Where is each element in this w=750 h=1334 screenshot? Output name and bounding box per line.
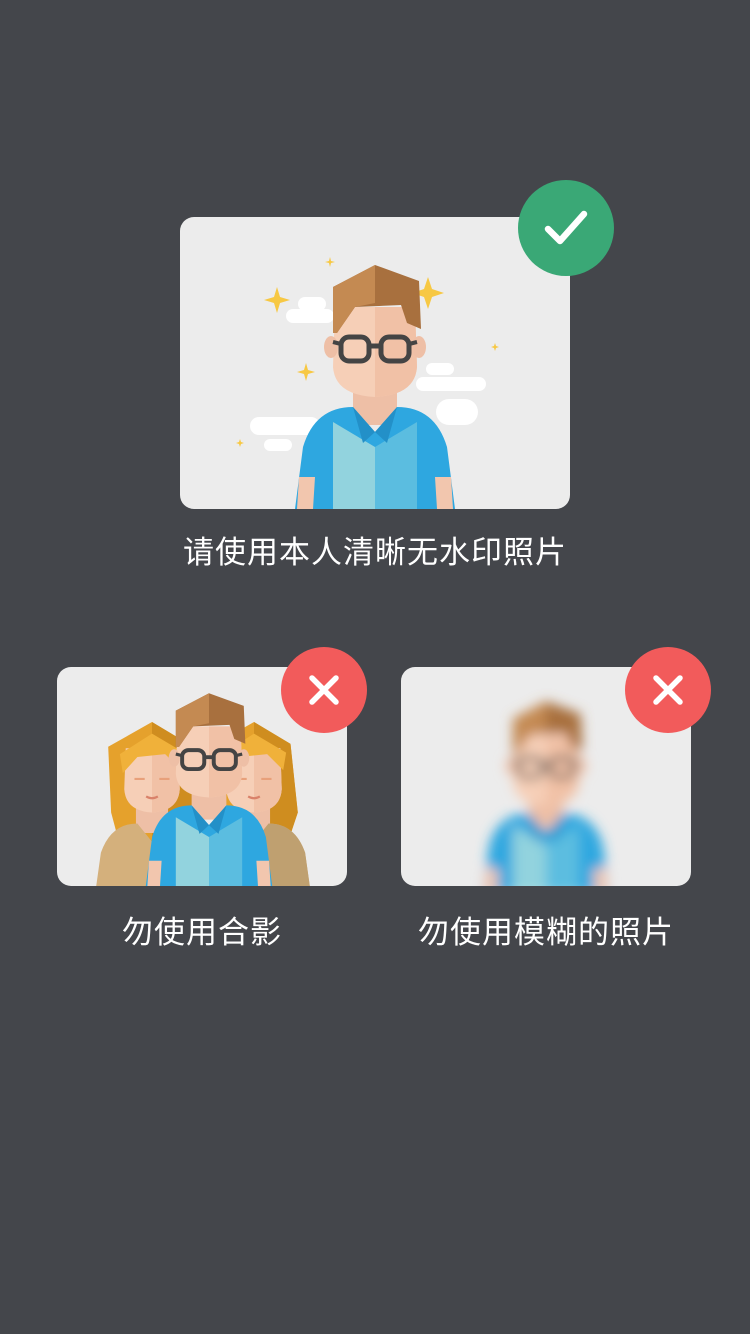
person-clear-illustration — [236, 257, 499, 509]
group-photo-caption: 勿使用合影 — [122, 915, 282, 951]
blurry-photo-caption: 勿使用模糊的照片 — [418, 915, 674, 951]
check-icon — [544, 210, 588, 245]
good-photo-example-card — [180, 217, 570, 509]
approved-badge — [518, 180, 614, 276]
close-icon — [309, 675, 339, 705]
good-photo-caption: 请使用本人清晰无水印照片 — [183, 535, 567, 571]
close-icon — [653, 675, 683, 705]
rejected-badge-group — [281, 647, 367, 733]
rejected-badge-blurry — [625, 647, 711, 733]
